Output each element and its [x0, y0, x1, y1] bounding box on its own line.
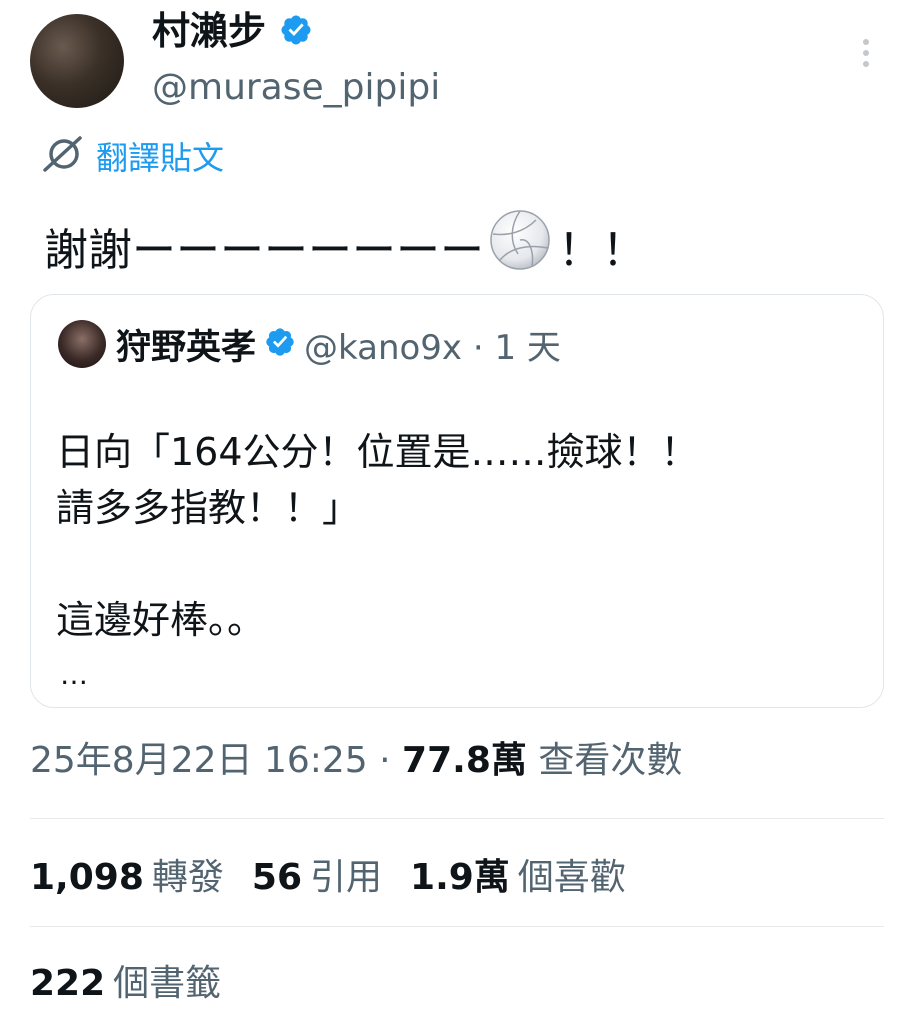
divider — [30, 926, 884, 927]
quoted-author-avatar — [58, 320, 106, 368]
quoted-author-handle-time: @kano9x · 1 天 — [304, 327, 561, 368]
quoted-tweet-text: 日向「164公分！位置是……撿球！！ 請多多指教！！」 這邊好棒。。 — [56, 424, 866, 648]
translate-icon — [40, 134, 84, 178]
quoted-author-name: 狩野英孝 — [116, 327, 257, 368]
reposts-label: 轉發 — [151, 857, 224, 898]
timestamp-row: 25年8月22日 16:25 · 77.8萬 查看次數 — [30, 735, 682, 787]
reposts-count: 1,098 — [30, 857, 144, 898]
tweet-text-main: 謝謝ーーーーーーーー — [44, 224, 484, 276]
author-avatar[interactable] — [30, 14, 124, 108]
views-label: 查看次數 — [526, 740, 683, 781]
verified-badge-icon — [279, 9, 313, 59]
translate-post-link[interactable]: 翻譯貼文 — [40, 134, 224, 178]
engagement-stats: 1,098 轉發 56 引用 1.9萬 個喜歡 — [30, 852, 626, 904]
timestamp[interactable]: 25年8月22日 16:25 · — [30, 740, 402, 781]
quoted-text-line — [56, 536, 866, 592]
likes-stat[interactable]: 1.9萬 個喜歡 — [410, 852, 626, 904]
quoted-text-line: 這邊好棒。。 — [56, 598, 266, 642]
likes-count: 1.9萬 — [410, 857, 510, 898]
quoted-text-line: 請多多指教！！」 — [56, 486, 361, 530]
quoted-tweet-header: 狩野英孝 @kano9x · 1 天 — [116, 318, 561, 370]
translate-label[interactable]: 翻譯貼文 — [96, 133, 224, 179]
volleyball-icon — [488, 208, 552, 293]
author-display-name[interactable]: 村瀨步 — [152, 9, 266, 53]
more-options-icon[interactable] — [856, 34, 876, 74]
likes-label: 個喜歡 — [517, 857, 626, 898]
quotes-count: 56 — [251, 857, 302, 898]
tweet-text: 謝謝ーーーーーーーー ！！ — [44, 208, 646, 293]
verified-badge-icon — [264, 326, 296, 362]
divider — [30, 818, 884, 819]
bookmarks-stat[interactable]: 222 個書籤 — [30, 958, 221, 1010]
bookmarks-count: 222 — [30, 963, 106, 1004]
views-count: 77.8萬 — [402, 740, 527, 781]
quoted-text-truncation: … — [60, 658, 90, 691]
reposts-stat[interactable]: 1,098 轉發 — [30, 852, 224, 904]
quotes-stat[interactable]: 56 引用 — [252, 852, 382, 904]
tweet-text-end: ！！ — [558, 224, 646, 276]
quoted-text-line: 日向「164公分！位置是……撿球！！ — [56, 430, 699, 474]
author-name-row[interactable]: 村瀨步 — [152, 6, 313, 59]
quotes-label: 引用 — [310, 857, 383, 898]
bookmarks-label: 個書籤 — [113, 963, 222, 1004]
author-handle[interactable]: @murase_pipipi — [152, 64, 440, 112]
